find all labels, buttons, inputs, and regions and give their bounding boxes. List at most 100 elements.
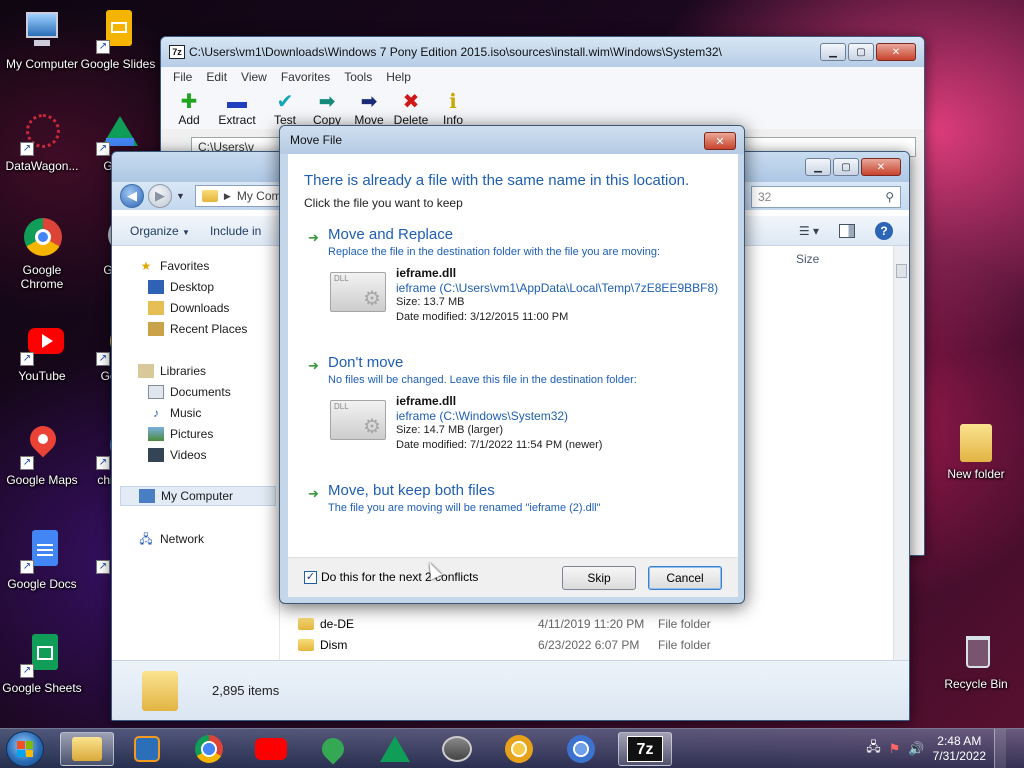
network-status-icon[interactable]: 🖧 — [866, 738, 881, 760]
desktop-icon-google-chrome[interactable]: Google Chrome — [0, 216, 84, 291]
dialog-title-bar[interactable]: Move File — [280, 126, 744, 154]
plus-icon: ✚ — [180, 91, 198, 113]
check-icon: ✔ — [276, 91, 294, 113]
desktop-icon-datawagon[interactable]: ↗ DataWagon... — [0, 112, 84, 173]
vertical-scrollbar[interactable] — [893, 246, 909, 661]
google-docs-icon: ↗ — [20, 530, 64, 574]
maximize-button[interactable]: ▢ — [833, 158, 859, 176]
nav-network[interactable]: 🖧 Network — [138, 529, 204, 549]
column-header-size[interactable]: Size — [796, 252, 819, 266]
close-button[interactable]: ✕ — [704, 132, 736, 150]
extract-button[interactable]: ▬ Extract — [213, 87, 261, 127]
nav-downloads[interactable]: Downloads — [148, 298, 229, 318]
nav-videos[interactable]: Videos — [148, 445, 206, 465]
nav-desktop[interactable]: Desktop — [148, 277, 214, 297]
delete-button[interactable]: ✖ Delete — [393, 87, 429, 127]
scrollbar-thumb[interactable] — [896, 264, 907, 278]
add-button[interactable]: ✚ Add — [171, 87, 207, 127]
cancel-button[interactable]: Cancel — [648, 566, 722, 590]
info-button[interactable]: ℹ Info — [435, 87, 471, 127]
chromium-icon — [567, 735, 595, 763]
folder-icon — [298, 639, 314, 651]
maximize-button[interactable]: ▢ — [848, 43, 874, 61]
nav-my-computer[interactable]: My Computer — [120, 486, 276, 506]
google-earth-pro-icon — [442, 736, 472, 762]
taskbar-chrome-canary[interactable] — [492, 732, 546, 766]
desktop-icon-google-docs[interactable]: ↗ Google Docs — [0, 530, 84, 591]
taskbar-chrome[interactable] — [182, 732, 236, 766]
shortcut-arrow-icon: ↗ — [96, 40, 110, 54]
close-button[interactable]: ✕ — [876, 43, 916, 61]
option-keep-both[interactable]: ➜ Move, but keep both files The file you… — [308, 482, 728, 522]
taskbar-chromium[interactable] — [554, 732, 608, 766]
nav-documents[interactable]: Documents — [148, 382, 231, 402]
menu-view[interactable]: View — [241, 70, 267, 84]
view-options-icon[interactable]: ☰ ▾ — [799, 224, 819, 238]
x-icon: ✖ — [402, 91, 420, 113]
title-bar[interactable]: 7z C:\Users\vm1\Downloads\Windows 7 Pony… — [161, 37, 924, 67]
table-row[interactable]: de-DE 4/11/2019 11:20 PM File folder — [298, 614, 888, 634]
test-button[interactable]: ✔ Test — [267, 87, 303, 127]
menu-edit[interactable]: Edit — [206, 70, 227, 84]
google-slides-icon: ↗ — [96, 10, 140, 54]
minimize-button[interactable]: ▁ — [820, 43, 846, 61]
forward-button[interactable]: ▶ — [148, 184, 172, 208]
media-player-icon — [134, 736, 160, 762]
menu-tools[interactable]: Tools — [344, 70, 372, 84]
nav-music[interactable]: ♪ Music — [148, 403, 201, 423]
close-button[interactable]: ✕ — [861, 158, 901, 176]
nav-favorites[interactable]: ★ Favorites — [138, 256, 210, 276]
option-move-and-replace[interactable]: ➜ Move and Replace Replace the file in t… — [308, 226, 728, 356]
volume-icon[interactable]: 🔊 — [908, 741, 924, 757]
table-row[interactable]: Dism 6/23/2022 6:07 PM File folder — [298, 635, 888, 655]
taskbar-file-explorer[interactable] — [60, 732, 114, 766]
back-button[interactable]: ◀ — [120, 184, 144, 208]
nav-libraries[interactable]: Libraries — [138, 361, 206, 381]
shortcut-arrow-icon: ↗ — [96, 560, 110, 574]
start-button[interactable] — [6, 731, 44, 767]
include-in-library-button[interactable]: Include in — [210, 224, 261, 238]
taskbar-google-earth-pro[interactable] — [430, 732, 484, 766]
shortcut-arrow-icon: ↗ — [20, 456, 34, 470]
menu-favorites[interactable]: Favorites — [281, 70, 330, 84]
desktop-icon-new-folder[interactable]: New folder — [934, 420, 1018, 481]
desktop-icon-label: Google Maps — [6, 473, 78, 487]
skip-button[interactable]: Skip — [562, 566, 636, 590]
taskbar-youtube[interactable] — [244, 732, 298, 766]
minimize-button[interactable]: ▁ — [805, 158, 831, 176]
shortcut-arrow-icon: ↗ — [96, 456, 110, 470]
chrome-canary-icon — [505, 735, 533, 763]
desktop-icon-my-computer[interactable]: My Computer — [0, 10, 84, 71]
clock[interactable]: 2:48 AM 7/31/2022 — [933, 734, 986, 764]
desktop-icon-youtube[interactable]: ↗ YouTube — [0, 322, 84, 383]
nav-recent-places[interactable]: Recent Places — [148, 319, 247, 339]
taskbar-7zip[interactable]: 7z — [618, 732, 672, 766]
move-file-dialog[interactable]: Move File ✕ There is already a file with… — [279, 125, 745, 604]
show-desktop-button[interactable] — [994, 729, 1006, 768]
desktop-icon-label: Google Sheets — [2, 681, 82, 695]
network-icon: 🖧 — [139, 532, 153, 546]
search-input[interactable]: 32 ⚲ — [751, 186, 901, 208]
organize-button[interactable]: Organize ▼ — [130, 224, 190, 238]
taskbar-media-player[interactable] — [120, 732, 174, 766]
computer-icon — [139, 489, 155, 503]
move-button[interactable]: ➡ Move — [351, 87, 387, 127]
help-icon[interactable]: ? — [875, 222, 893, 240]
shortcut-arrow-icon: ↗ — [96, 352, 110, 366]
nav-pictures[interactable]: Pictures — [148, 424, 213, 444]
desktop-icon-recycle-bin[interactable]: Recycle Bin — [934, 630, 1018, 691]
recent-pages-chevron-icon[interactable]: ▼ — [176, 191, 185, 201]
apply-to-all-checkbox[interactable]: ✓ Do this for the next 2 conflicts — [304, 570, 478, 584]
desktop-icon-google-sheets[interactable]: ↗ Google Sheets — [0, 634, 84, 695]
action-center-flag-icon[interactable]: ⚑ — [889, 741, 901, 757]
desktop-icon-google-slides[interactable]: ↗ Google Slides — [76, 10, 160, 71]
copy-button[interactable]: ➡ Copy — [309, 87, 345, 127]
menu-file[interactable]: File — [173, 70, 192, 84]
menu-help[interactable]: Help — [386, 70, 411, 84]
file-card: DLL ⚙ ieframe.dll ieframe (C:\Users\vm1\A… — [330, 266, 730, 326]
taskbar-google-drive[interactable] — [368, 732, 422, 766]
option-dont-move[interactable]: ➜ Don't move No files will be changed. L… — [308, 354, 728, 484]
desktop-icon-google-maps[interactable]: ↗ Google Maps — [0, 420, 84, 487]
preview-pane-icon[interactable] — [839, 224, 855, 238]
taskbar-google-maps[interactable] — [306, 732, 360, 766]
